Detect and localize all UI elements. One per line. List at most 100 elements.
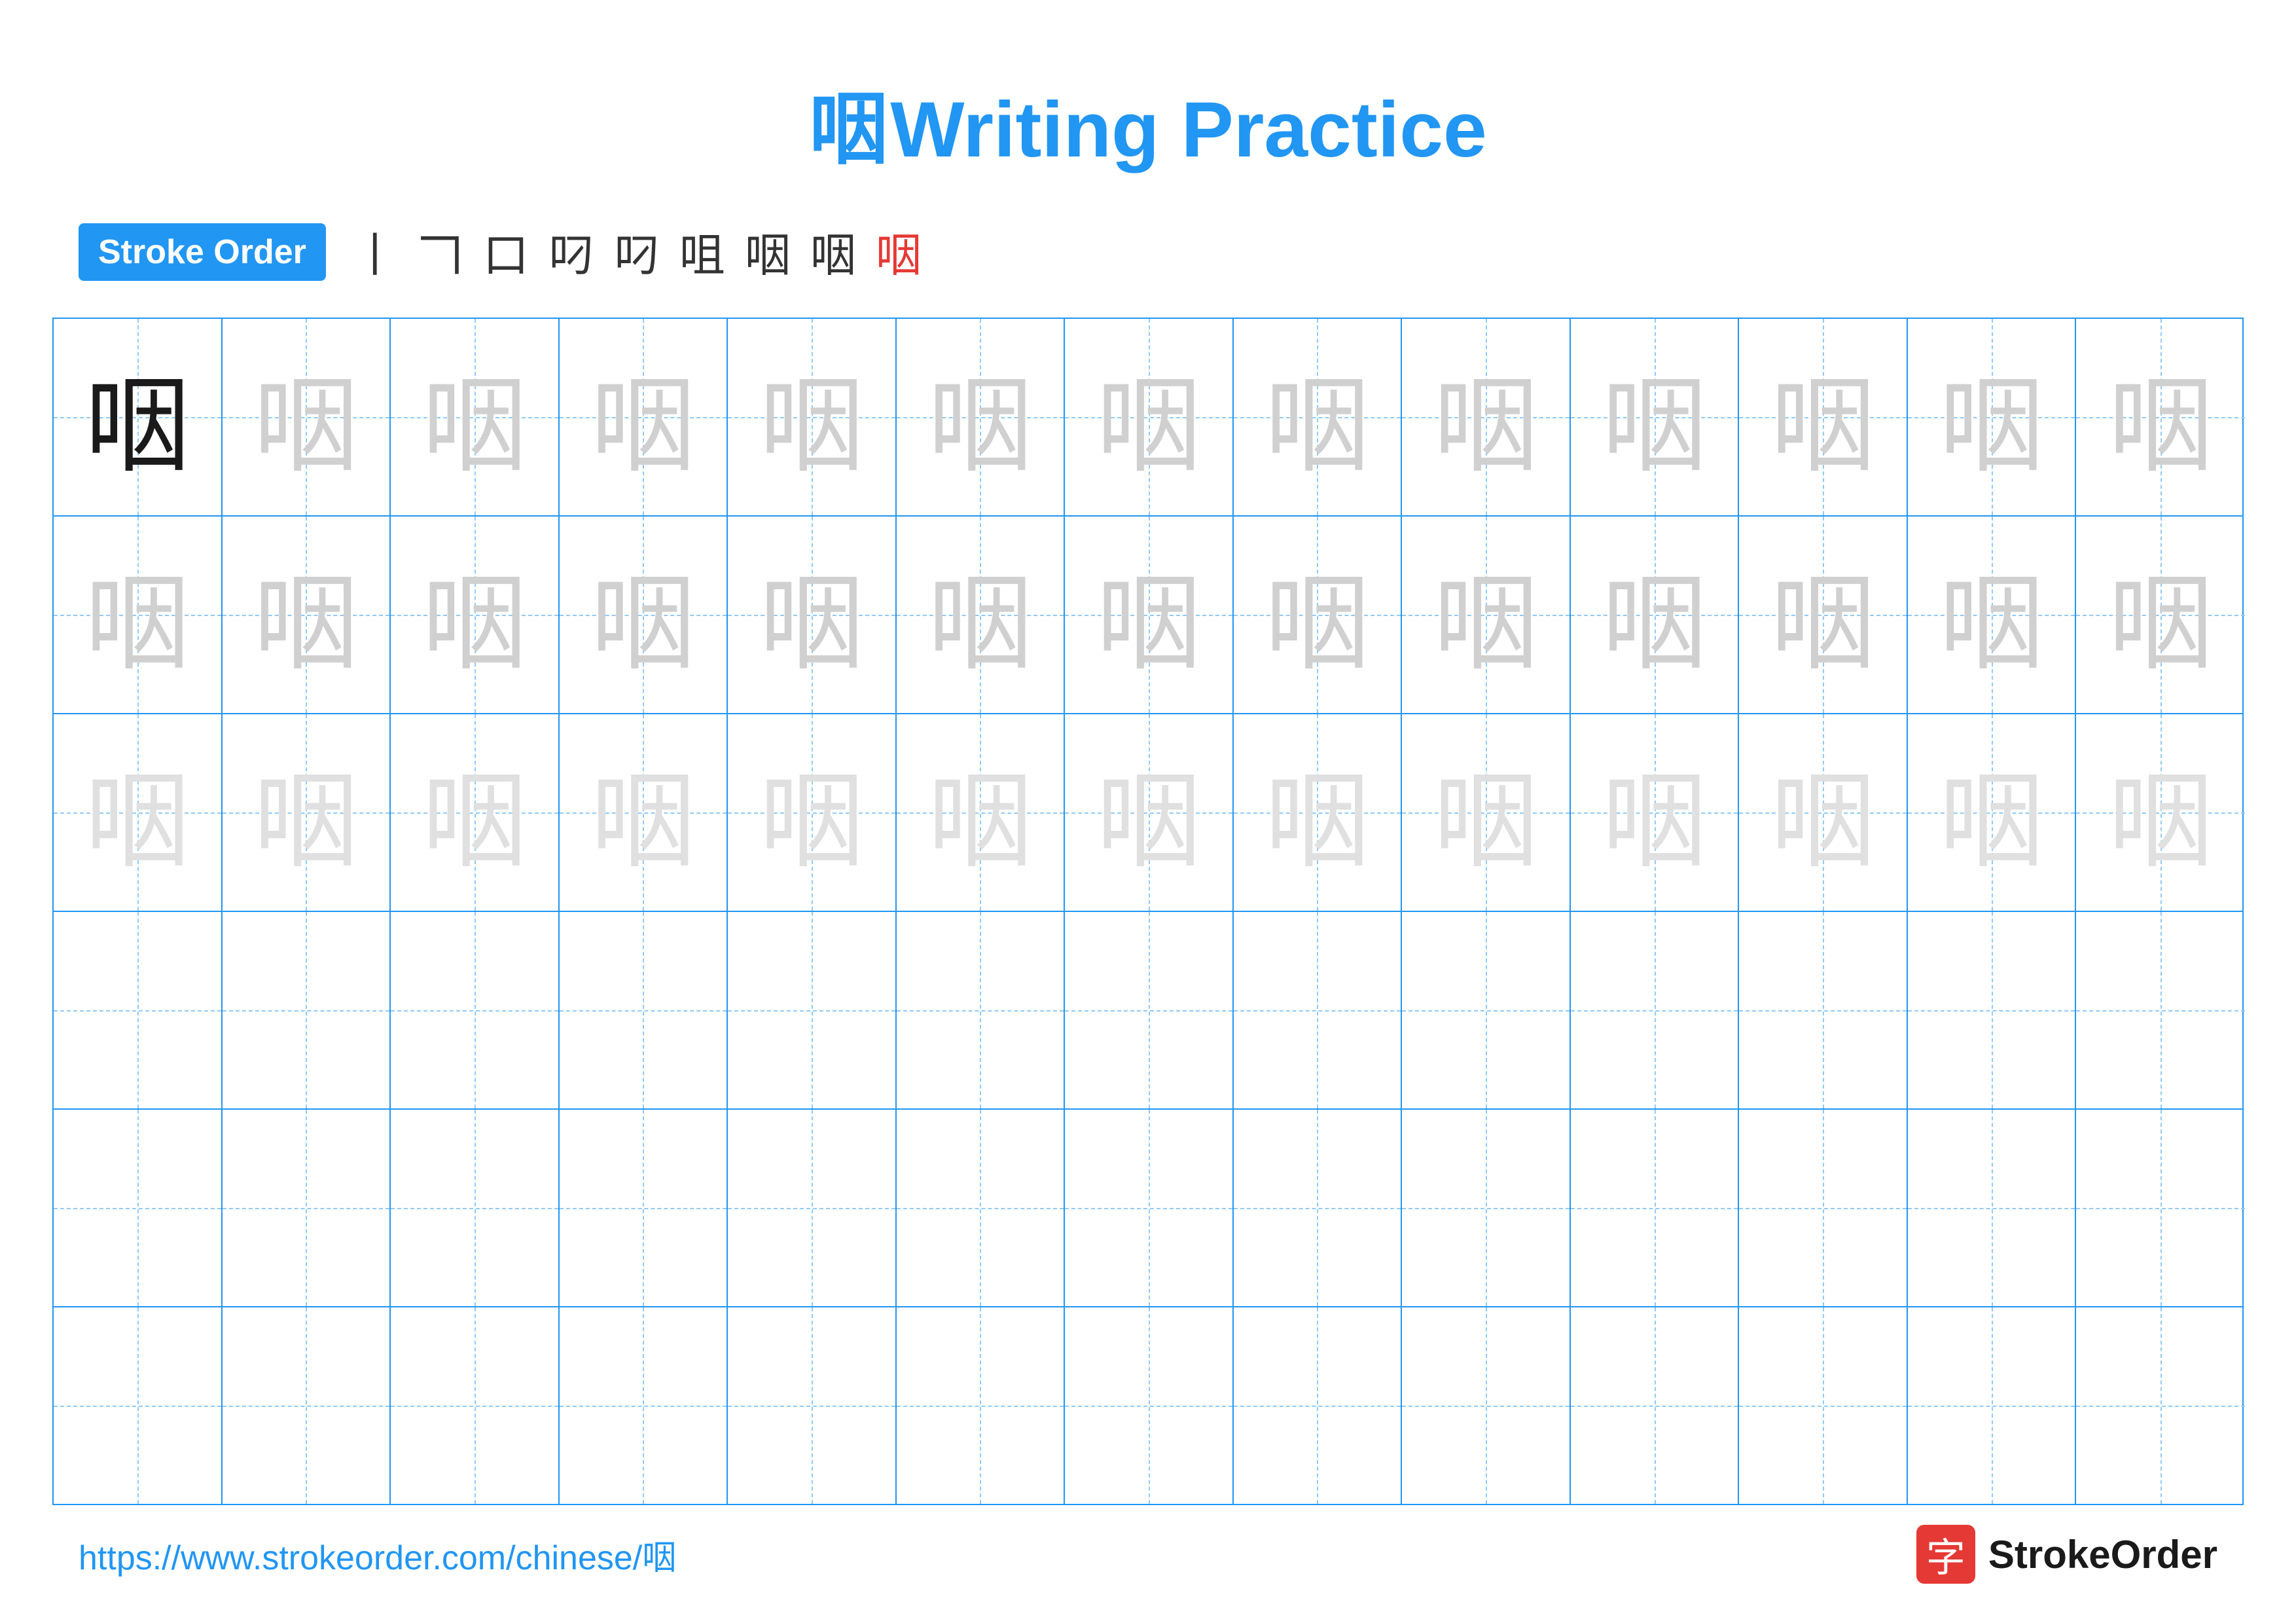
grid-cell-4-13[interactable] <box>2076 912 2245 1108</box>
title-text: Writing Practice <box>890 86 1486 173</box>
grid-cell-2-12[interactable]: 咽 <box>1908 517 2077 713</box>
grid-cell-4-7[interactable] <box>1065 912 1234 1108</box>
grid-cell-3-9[interactable]: 咽 <box>1402 714 1571 911</box>
grid-cell-6-13[interactable] <box>2076 1307 2245 1504</box>
grid-cell-2-10[interactable]: 咽 <box>1571 517 1740 713</box>
grid-cell-1-6[interactable]: 咽 <box>897 319 1066 515</box>
grid-row-4 <box>54 912 2242 1110</box>
grid-cell-1-7[interactable]: 咽 <box>1065 319 1234 515</box>
grid-cell-4-4[interactable] <box>560 912 728 1108</box>
grid-row-3: 咽 咽 咽 咽 咽 咽 咽 咽 咽 咽 咽 咽 咽 <box>54 714 2242 912</box>
grid-cell-3-1[interactable]: 咽 <box>54 714 223 911</box>
grid-cell-3-7[interactable]: 咽 <box>1065 714 1234 911</box>
grid-cell-5-10[interactable] <box>1571 1110 1740 1306</box>
grid-cell-4-3[interactable] <box>391 912 560 1108</box>
grid-row-1: 咽 咽 咽 咽 咽 咽 咽 咽 咽 咽 咽 咽 咽 <box>54 319 2242 517</box>
stroke-order-section: Stroke Order 丨 𠃍 口 叼 叼 咀 咽 咽 咽 <box>0 219 2296 285</box>
grid-cell-1-8[interactable]: 咽 <box>1234 319 1403 515</box>
grid-cell-6-1[interactable] <box>54 1307 223 1504</box>
stroke-step-3: 口 <box>483 219 529 285</box>
grid-cell-2-6[interactable]: 咽 <box>897 517 1066 713</box>
grid-cell-6-11[interactable] <box>1739 1307 1908 1504</box>
practice-grid: 咽 咽 咽 咽 咽 咽 咽 咽 咽 咽 咽 咽 咽 咽 咽 咽 咽 咽 咽 咽 … <box>52 318 2244 1505</box>
grid-cell-5-13[interactable] <box>2076 1110 2245 1306</box>
grid-cell-2-13[interactable]: 咽 <box>2076 517 2245 713</box>
grid-cell-2-7[interactable]: 咽 <box>1065 517 1234 713</box>
grid-cell-1-9[interactable]: 咽 <box>1402 319 1571 515</box>
grid-cell-6-7[interactable] <box>1065 1307 1234 1504</box>
grid-cell-3-10[interactable]: 咽 <box>1571 714 1740 911</box>
grid-cell-2-5[interactable]: 咽 <box>728 517 897 713</box>
grid-cell-5-5[interactable] <box>728 1110 897 1306</box>
grid-cell-2-1[interactable]: 咽 <box>54 517 223 713</box>
grid-cell-2-3[interactable]: 咽 <box>391 517 560 713</box>
grid-cell-1-13[interactable]: 咽 <box>2076 319 2245 515</box>
grid-cell-3-13[interactable]: 咽 <box>2076 714 2245 911</box>
grid-cell-5-1[interactable] <box>54 1110 223 1306</box>
grid-cell-4-1[interactable] <box>54 912 223 1108</box>
grid-cell-5-11[interactable] <box>1739 1110 1908 1306</box>
grid-cell-4-5[interactable] <box>728 912 897 1108</box>
grid-cell-1-3[interactable]: 咽 <box>391 319 560 515</box>
grid-row-5 <box>54 1110 2242 1307</box>
char-solid: 咽 <box>85 341 190 493</box>
grid-cell-3-3[interactable]: 咽 <box>391 714 560 911</box>
title-char: 咽 <box>809 86 888 173</box>
grid-cell-1-1[interactable]: 咽 <box>54 319 223 515</box>
grid-cell-5-2[interactable] <box>223 1110 391 1306</box>
grid-cell-6-3[interactable] <box>391 1307 560 1504</box>
footer: https://www.strokeorder.com/chinese/咽 字 … <box>0 1525 2296 1584</box>
grid-cell-4-11[interactable] <box>1739 912 1908 1108</box>
stroke-step-6: 咀 <box>679 219 725 285</box>
grid-cell-5-7[interactable] <box>1065 1110 1234 1306</box>
grid-cell-6-4[interactable] <box>560 1307 728 1504</box>
grid-cell-6-5[interactable] <box>728 1307 897 1504</box>
logo-icon: 字 <box>1916 1525 1975 1584</box>
grid-cell-5-6[interactable] <box>897 1110 1066 1306</box>
grid-cell-3-6[interactable]: 咽 <box>897 714 1066 911</box>
grid-cell-2-2[interactable]: 咽 <box>223 517 391 713</box>
grid-cell-1-5[interactable]: 咽 <box>728 319 897 515</box>
grid-cell-3-8[interactable]: 咽 <box>1234 714 1403 911</box>
grid-cell-2-4[interactable]: 咽 <box>560 517 728 713</box>
grid-cell-5-9[interactable] <box>1402 1110 1571 1306</box>
stroke-step-8: 咽 <box>810 219 856 285</box>
grid-cell-3-2[interactable]: 咽 <box>223 714 391 911</box>
grid-cell-1-2[interactable]: 咽 <box>223 319 391 515</box>
grid-cell-3-4[interactable]: 咽 <box>560 714 728 911</box>
grid-cell-5-8[interactable] <box>1234 1110 1403 1306</box>
grid-cell-5-3[interactable] <box>391 1110 560 1306</box>
grid-cell-4-8[interactable] <box>1234 912 1403 1108</box>
grid-cell-6-8[interactable] <box>1234 1307 1403 1504</box>
grid-cell-3-11[interactable]: 咽 <box>1739 714 1908 911</box>
grid-cell-3-12[interactable]: 咽 <box>1908 714 2077 911</box>
grid-cell-1-4[interactable]: 咽 <box>560 319 728 515</box>
stroke-step-4: 叼 <box>548 219 594 285</box>
grid-cell-6-6[interactable] <box>897 1307 1066 1504</box>
grid-cell-3-5[interactable]: 咽 <box>728 714 897 911</box>
grid-cell-4-9[interactable] <box>1402 912 1571 1108</box>
grid-cell-4-10[interactable] <box>1571 912 1740 1108</box>
grid-cell-2-8[interactable]: 咽 <box>1234 517 1403 713</box>
page-title: 咽 Writing Practice <box>0 0 2296 179</box>
footer-logo: 字 StrokeOrder <box>1916 1525 2217 1584</box>
grid-cell-1-11[interactable]: 咽 <box>1739 319 1908 515</box>
grid-row-2: 咽 咽 咽 咽 咽 咽 咽 咽 咽 咽 咽 咽 咽 <box>54 517 2242 714</box>
grid-cell-2-9[interactable]: 咽 <box>1402 517 1571 713</box>
grid-cell-5-4[interactable] <box>560 1110 728 1306</box>
stroke-step-1: 丨 <box>352 219 398 285</box>
stroke-step-5: 叼 <box>614 219 660 285</box>
grid-cell-6-2[interactable] <box>223 1307 391 1504</box>
grid-cell-4-12[interactable] <box>1908 912 2077 1108</box>
grid-cell-2-11[interactable]: 咽 <box>1739 517 1908 713</box>
grid-cell-5-12[interactable] <box>1908 1110 2077 1306</box>
grid-cell-1-12[interactable]: 咽 <box>1908 319 2077 515</box>
grid-cell-4-6[interactable] <box>897 912 1066 1108</box>
grid-cell-4-2[interactable] <box>223 912 391 1108</box>
logo-text: StrokeOrder <box>1988 1532 2217 1577</box>
grid-cell-6-12[interactable] <box>1908 1307 2077 1504</box>
grid-cell-1-10[interactable]: 咽 <box>1571 319 1740 515</box>
grid-cell-6-9[interactable] <box>1402 1307 1571 1504</box>
footer-url[interactable]: https://www.strokeorder.com/chinese/咽 <box>79 1530 676 1579</box>
grid-cell-6-10[interactable] <box>1571 1307 1740 1504</box>
